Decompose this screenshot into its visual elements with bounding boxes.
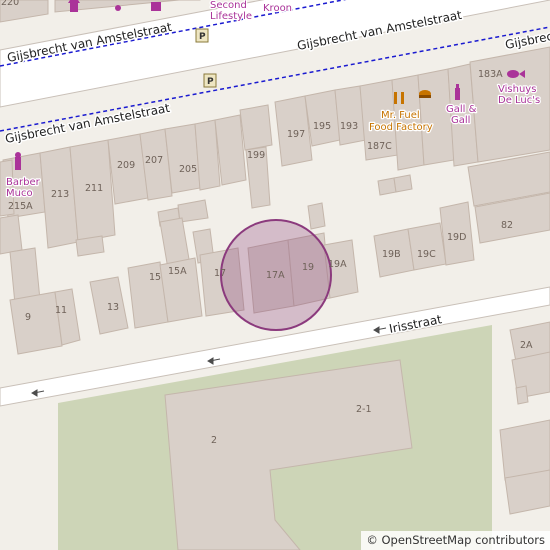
svg-text:P: P [199, 32, 206, 42]
house-number: 207 [145, 155, 163, 166]
house-number: 19D [447, 232, 466, 243]
house-number: 183A [478, 69, 503, 80]
house-number: 15A [168, 266, 187, 277]
house-number: 2A [520, 340, 533, 351]
house-number: 19C [417, 249, 436, 260]
poi-label-muco: Muco [6, 188, 33, 199]
shop-dot-icon [115, 5, 121, 11]
house-number: 199 [247, 150, 265, 161]
house-number: 215A [8, 201, 33, 212]
poi-label-second-lifestyle: Second [210, 0, 247, 11]
parking-icon[interactable]: P [203, 73, 217, 88]
poi-kroon[interactable]: Kroon [262, 2, 294, 16]
shop-icon [151, 2, 161, 11]
map-attribution[interactable]: © OpenStreetMap contributors [361, 531, 550, 550]
attribution-text[interactable]: © OpenStreetMap contributors [366, 533, 545, 547]
map-canvas[interactable]: Gijsbrecht van Amstelstraat Gijsbrecht v… [0, 0, 550, 550]
house-number: 11 [55, 305, 67, 316]
house-number: 17 [214, 268, 226, 279]
house-number: 17A [266, 270, 285, 281]
poi-label-barber: Barber [6, 177, 41, 188]
parking-icon[interactable]: P [195, 28, 209, 43]
poi-label-kroon: Kroon [263, 3, 292, 14]
poi-label-gall-1: Gall & [446, 104, 477, 115]
house-number: 213 [51, 189, 69, 200]
map-svg[interactable]: Gijsbrecht van Amstelstraat Gijsbrecht v… [0, 0, 550, 550]
house-number: 19B [382, 249, 401, 260]
house-number: 209 [117, 160, 135, 171]
house-number: 13 [107, 302, 119, 313]
house-number: 82 [501, 220, 513, 231]
house-number: 211 [85, 183, 103, 194]
house-number: 19 [302, 262, 314, 273]
house-number: 197 [287, 129, 305, 140]
poi-label-mr-fuel-1: Mr. Fuel [381, 110, 420, 121]
house-number: 220 [1, 0, 19, 8]
poi-label-mr-fuel-2: Food Factory [369, 122, 433, 133]
hairdresser-icon [15, 152, 21, 170]
house-number: 2-1 [356, 404, 372, 415]
svg-text:P: P [207, 77, 214, 87]
house-number: 2 [211, 435, 217, 446]
house-number: 193 [340, 121, 358, 132]
house-number: 195 [313, 121, 331, 132]
house-number: 205 [179, 164, 197, 175]
poi-label-vishuys-2: De Luc's [498, 95, 540, 106]
house-number: 9 [25, 312, 31, 323]
house-number: 19A [328, 259, 347, 270]
poi-label-lifestyle: Lifestyle [210, 11, 252, 22]
house-number: 187C [367, 141, 392, 152]
poi-label-vishuys-1: Vishuys [498, 84, 536, 95]
house-number: 15 [149, 272, 161, 283]
poi-label-gall-2: Gall [451, 115, 470, 126]
